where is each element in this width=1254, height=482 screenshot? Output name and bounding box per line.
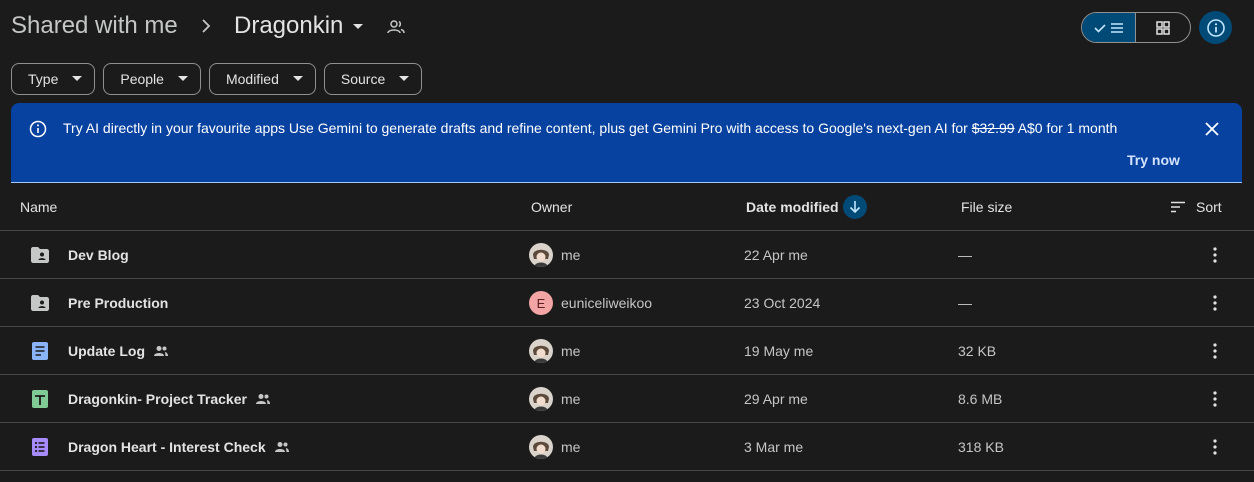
sort-label: Sort <box>1196 199 1222 215</box>
more-vert-icon <box>1213 391 1217 407</box>
file-name: Dev Blog <box>68 247 129 263</box>
more-vert-icon <box>1213 439 1217 455</box>
filter-modified-chip[interactable]: Modified <box>208 63 316 95</box>
date-modified: 19 May me <box>744 343 814 359</box>
header: Shared with me Dragonkin <box>0 0 1254 56</box>
file-list: Name Owner Date modified File size Sort … <box>0 183 1254 471</box>
banner-title: Try AI directly in your favourite apps <box>63 120 286 136</box>
date-modified: 23 Oct 2024 <box>744 295 821 311</box>
check-icon <box>1093 23 1106 33</box>
more-actions-button[interactable] <box>1203 435 1227 459</box>
filter-type-chip[interactable]: Type <box>11 63 96 95</box>
caret-down-icon <box>72 76 83 81</box>
chip-label: Type <box>28 71 59 87</box>
table-header: Name Owner Date modified File size Sort <box>0 183 1254 231</box>
banner-body: Use Gemini to generate drafts and refine… <box>288 120 968 136</box>
shared-people-icon <box>387 20 405 34</box>
chevron-right-icon <box>202 19 211 33</box>
file-name: Dragon Heart - Interest Check <box>68 439 290 455</box>
file-size: 8.6 MB <box>958 391 1003 407</box>
filter-chips: Type People Modified Source <box>11 63 423 95</box>
more-vert-icon <box>1213 295 1217 311</box>
column-owner[interactable]: Owner <box>531 199 572 215</box>
details-button[interactable] <box>1199 11 1232 44</box>
owner-name: me <box>561 439 581 455</box>
info-icon <box>1206 18 1225 37</box>
file-size: 32 KB <box>958 343 997 359</box>
file-size: — <box>958 295 972 311</box>
more-vert-icon <box>1213 343 1217 359</box>
arrow-down-icon <box>849 201 861 214</box>
file-name: Pre Production <box>68 295 169 311</box>
list-icon <box>1110 22 1123 33</box>
banner-message: Try AI directly in your favourite apps U… <box>63 120 1117 136</box>
filter-people-chip[interactable]: People <box>103 63 201 95</box>
chip-label: Source <box>340 71 386 87</box>
close-icon <box>1205 122 1219 136</box>
shared-people-icon <box>154 346 168 356</box>
owner-name: me <box>561 343 581 359</box>
more-actions-button[interactable] <box>1203 339 1227 363</box>
breadcrumb-current-folder[interactable]: Dragonkin <box>234 12 343 40</box>
grid-icon <box>1156 20 1170 35</box>
google-sheets-icon <box>32 390 48 408</box>
table-row[interactable]: Dragon Heart - Interest Check me 3 Mar m… <box>0 423 1254 471</box>
shared-people-icon <box>255 394 270 404</box>
shared-people-icon <box>274 442 289 452</box>
more-actions-button[interactable] <box>1203 243 1227 267</box>
caret-down-icon <box>292 76 303 81</box>
date-modified: 3 Mar me <box>744 439 804 455</box>
chip-label: People <box>120 71 164 87</box>
table-row[interactable]: Update Log me 19 May me 32 KB <box>0 327 1254 375</box>
avatar <box>529 387 553 411</box>
avatar: E <box>529 291 553 315</box>
more-vert-icon <box>1213 247 1217 263</box>
file-name: Update Log <box>68 343 169 359</box>
column-file-size[interactable]: File size <box>961 199 1012 215</box>
google-docs-icon <box>32 342 48 360</box>
breadcrumb-shared-with-me[interactable]: Shared with me <box>11 12 178 40</box>
file-size: 318 KB <box>958 439 1004 455</box>
grid-view-button[interactable] <box>1136 13 1190 42</box>
caret-down-icon[interactable] <box>350 18 366 34</box>
banner-new-price: A$0 for 1 month <box>1017 120 1118 136</box>
date-modified: 22 Apr me <box>744 247 808 263</box>
google-forms-icon <box>32 438 48 456</box>
list-view-button[interactable] <box>1082 13 1137 42</box>
owner-name: me <box>561 247 581 263</box>
file-size: — <box>958 247 972 263</box>
table-row[interactable]: Dragonkin- Project Tracker me 29 Apr me … <box>0 375 1254 423</box>
caret-down-icon <box>399 76 410 81</box>
more-actions-button[interactable] <box>1203 387 1227 411</box>
try-now-button[interactable]: Try now <box>1127 152 1180 168</box>
owner-name: euniceliweikoo <box>561 295 653 311</box>
file-name: Dragonkin- Project Tracker <box>68 391 271 407</box>
owner-name: me <box>561 391 581 407</box>
column-name[interactable]: Name <box>20 199 57 215</box>
sort-direction-button[interactable] <box>843 195 867 219</box>
view-toggle <box>1081 12 1191 43</box>
shared-folder-icon <box>31 295 49 311</box>
info-icon <box>29 120 47 138</box>
date-modified: 29 Apr me <box>744 391 808 407</box>
shared-folder-icon <box>31 247 49 263</box>
filter-source-chip[interactable]: Source <box>323 63 423 95</box>
more-actions-button[interactable] <box>1203 291 1227 315</box>
caret-down-icon <box>177 76 188 81</box>
chip-label: Modified <box>225 71 279 87</box>
avatar <box>529 243 553 267</box>
avatar <box>529 339 553 363</box>
banner-close-button[interactable] <box>1201 118 1223 140</box>
gemini-promo-banner: Try AI directly in your favourite apps U… <box>11 103 1242 183</box>
table-row[interactable]: Dev Blog me 22 Apr me — <box>0 231 1254 279</box>
table-row[interactable]: Pre Production E euniceliweikoo 23 Oct 2… <box>0 279 1254 327</box>
avatar <box>529 435 553 459</box>
column-date-modified[interactable]: Date modified <box>746 199 839 215</box>
banner-old-price: $32.99 <box>971 120 1015 136</box>
sort-button[interactable]: Sort <box>1170 199 1222 215</box>
sort-icon <box>1171 201 1185 213</box>
